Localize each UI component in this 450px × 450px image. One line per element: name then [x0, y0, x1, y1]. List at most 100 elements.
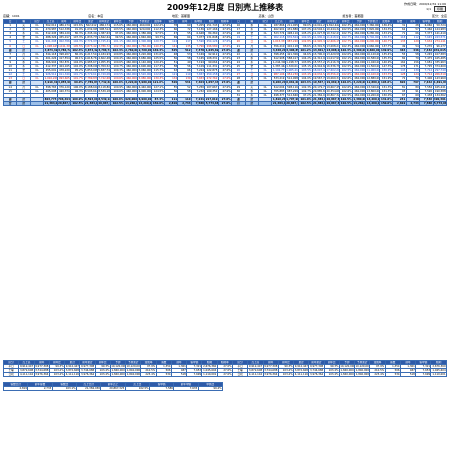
table-cell: 920,000: [123, 96, 139, 102]
table-cell: 612,908: [271, 55, 286, 61]
table-cell: 150.0%: [150, 100, 166, 106]
table-cell: 16,536,784: [325, 64, 340, 70]
table-cell: 460,000: [123, 68, 139, 74]
table-cell: 日祝: [2, 372, 20, 378]
table-cell: 2,819: [2, 386, 29, 392]
table-cell: 10,244,322: [325, 27, 340, 33]
table-cell: 12,945,347: [311, 39, 327, 45]
table-cell: 150.9%: [378, 68, 394, 74]
table-cell: 9,812,442: [325, 23, 340, 29]
table-cell: 460,000: [123, 23, 139, 29]
table-cell: 335,963: [432, 59, 447, 66]
table-cell: 101.0%: [298, 96, 313, 102]
column-header: 前年累計: [308, 359, 325, 366]
table-cell: 21,384,030: [311, 96, 327, 102]
table-cell: 134,562: [432, 92, 447, 98]
table-cell: 460,000: [123, 64, 139, 70]
table-cell: 374,609: [432, 64, 447, 70]
footer-header-row: 客数合計 前年客数 客数比 売上合計 前年売上 売上比 客単価 前年単価 単価比: [2, 381, 224, 388]
table-cell: 9,977,308: [33, 364, 50, 370]
column-header: 予算累計: [137, 18, 152, 25]
table-cell: 687,209: [284, 88, 300, 94]
table-cell: 412,337: [43, 64, 58, 70]
table-cell: 460,000: [123, 88, 139, 94]
table-cell: 297,749: [432, 68, 447, 74]
table-cell: 1,840,000: [354, 372, 371, 378]
table-cell: 2,774,978: [83, 39, 98, 45]
table-cell: 102.5%: [338, 68, 353, 74]
table-cell: 911,340: [56, 72, 72, 78]
table-cell: 6,779,611: [83, 72, 98, 78]
table-cell: 3,872,608: [293, 368, 310, 374]
table-cell: 13,800,000: [365, 88, 380, 94]
table-cell: 356,210: [271, 43, 286, 49]
table-cell: 1,041,309: [56, 43, 72, 49]
table-cell: 3,976,364: [33, 372, 50, 378]
table-cell: 902,115: [271, 35, 286, 41]
table-cell: 104.2%: [298, 55, 313, 61]
table-cell: 3,406,857: [284, 47, 300, 53]
table-cell: 455,091: [43, 68, 58, 74]
table-cell: 109,352: [204, 88, 219, 94]
table-cell: 518: [399, 372, 417, 378]
table-cell: 460,000: [351, 43, 367, 49]
table-cell: 460,000: [123, 43, 139, 49]
table-cell: 102.3%: [338, 43, 353, 49]
table-cell: 796,494: [56, 96, 72, 102]
table-cell: 165,241: [432, 84, 447, 90]
table-cell: 1,387,632: [96, 31, 112, 37]
table-cell: 27.0%: [216, 372, 233, 378]
table-cell: 6,749,081: [96, 72, 112, 78]
table-cell: 18,047,441: [311, 68, 327, 74]
table-cell: 151,743: [204, 23, 219, 29]
table-cell: 104.0%: [70, 59, 85, 66]
table-cell: 4,184,931: [96, 51, 112, 57]
table-cell: 7,789,839: [83, 76, 98, 82]
table-cell: 19,069,340: [325, 76, 340, 82]
table-cell: 366,904: [43, 59, 58, 66]
table-cell: 512,908: [284, 76, 300, 82]
table-cell: 15,216,769: [325, 59, 340, 66]
table-cell: 14,312,920: [311, 55, 327, 61]
table-cell: 1,691,877: [432, 80, 447, 86]
print-button[interactable]: 印刷: [433, 6, 446, 12]
table-cell: 107.2%: [298, 27, 313, 33]
table-cell: 124.5%: [150, 88, 166, 94]
table-cell: 460,000: [351, 64, 367, 70]
summary-table: 区分 売上高 前年 前年比 累計 前年累計 前年比 予算 予算累計 達成率 客数 前年 客単価 粗利 粗利率…: [2, 359, 447, 378]
table-cell: 223.4%: [140, 372, 157, 378]
table-cell: 1,045,824: [204, 47, 219, 53]
table-cell: 10,120,000: [125, 364, 142, 370]
table-cell: 1,387,442: [271, 64, 286, 70]
table-cell: 4,111,116: [293, 372, 310, 378]
table-cell: 15,557,226: [311, 59, 327, 66]
table-cell: 14,260,000: [365, 96, 380, 102]
week-subtotal-row: 週計3,873,4233,786,724102.3%3,873,4233,786…: [2, 47, 447, 53]
table-cell: 876,504: [284, 35, 300, 41]
table-cell: 11,500,000: [365, 64, 380, 70]
table-cell: 398,455: [271, 51, 286, 57]
table-cell: 1,320,015: [284, 64, 300, 70]
table-cell: 2,733: [405, 100, 421, 106]
table-cell: 102.0%: [70, 64, 85, 70]
table-cell: 102.2%: [338, 59, 353, 66]
table-cell: 122,875: [204, 68, 219, 74]
table-cell: 103.8%: [298, 59, 313, 66]
table-cell: 7,360,000: [365, 23, 380, 29]
table-cell: 合: [2, 100, 18, 106]
daily-sales-table: 日曜区分 売上高 前年 前年比 累計 前年累計 前年比 予算 予算累計 達成率 客数 前年 客単価 粗利粗…: [2, 18, 447, 106]
table-cell: 103.4%: [323, 372, 340, 378]
footer-table-wrap: 客数合計 前年客数 客数比 売上合計 前年売上 売上比 客単価 前年単価 単価比 2,819 2,…: [2, 381, 224, 392]
table-cell: 404,165: [56, 64, 72, 70]
table-cell: 140.7%: [378, 39, 394, 45]
table-cell: 5,359,521: [96, 64, 112, 70]
table-cell: 105.1%: [298, 64, 313, 70]
table-cell: 705,883: [271, 88, 286, 94]
table-cell: 421,306: [284, 51, 300, 57]
table-cell: 8,593,612: [83, 96, 98, 102]
table-cell: 105.5%: [70, 43, 85, 49]
table-cell: 1,840,000: [137, 35, 152, 41]
table-cell: 460,000: [123, 35, 139, 41]
table-cell: 101.7%: [70, 72, 85, 78]
table-cell: 12,880,000: [365, 76, 380, 82]
